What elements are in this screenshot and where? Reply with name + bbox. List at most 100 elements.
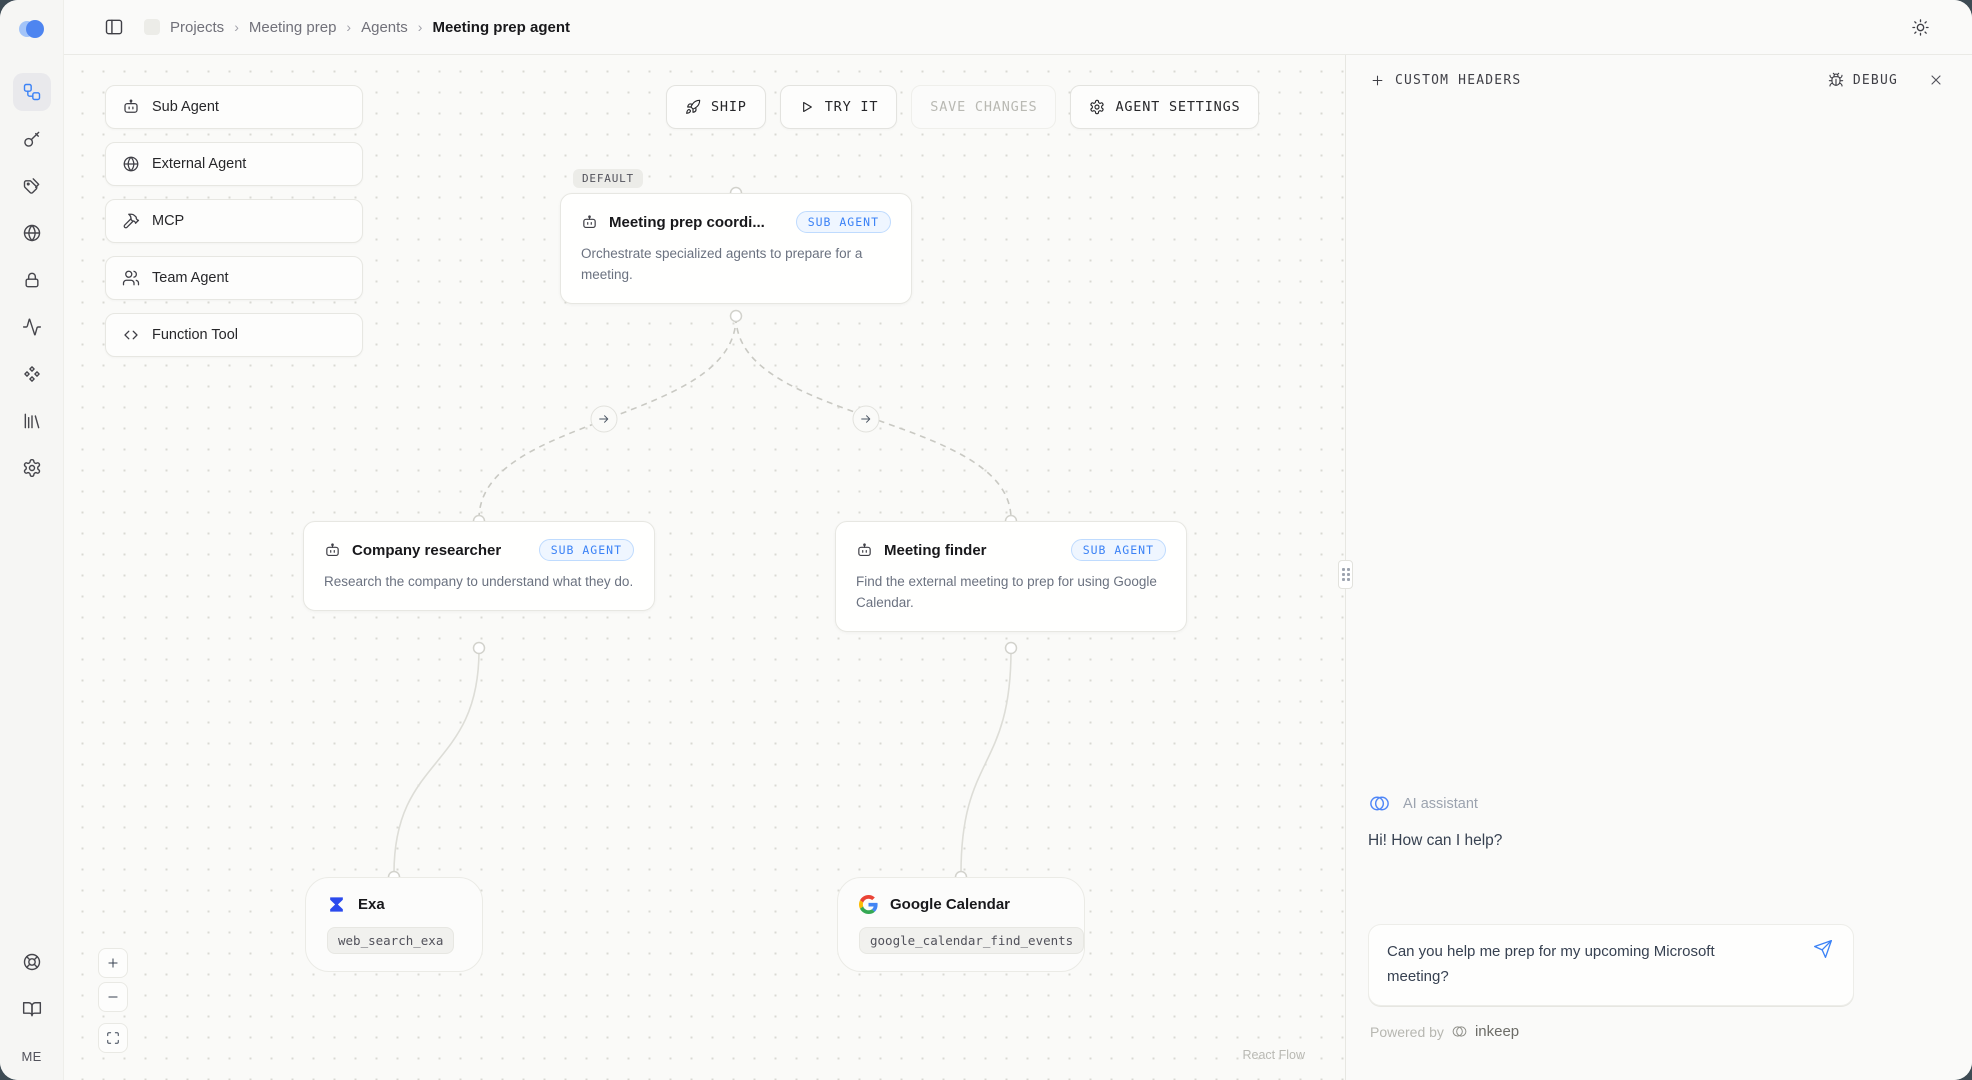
sidebar-item-settings[interactable] [13,449,51,487]
fit-view-button[interactable] [98,1023,128,1053]
components-icon [22,364,42,384]
sidebar-item-graphs[interactable] [13,73,51,111]
node-google-calendar-tool[interactable]: Google Calendar google_calendar_find_eve… [837,877,1085,972]
custom-headers-label: CUSTOM HEADERS [1395,73,1521,88]
sidebar-item-components[interactable] [13,355,51,393]
palette-item-external-agent[interactable]: External Agent [105,142,363,186]
rocket-icon [685,99,701,115]
try-it-label: TRY IT [825,99,879,115]
assistant-name: AI assistant [1403,796,1478,812]
close-icon [1928,72,1944,88]
assistant-header: AI assistant [1368,792,1972,815]
react-flow-attribution[interactable]: React Flow [1242,1048,1305,1062]
breadcrumb-project[interactable]: Meeting prep [249,19,337,36]
breadcrumb-projects[interactable]: Projects [170,19,224,36]
inkeep-logo [17,18,47,45]
send-button[interactable] [1813,939,1833,959]
icon-rail: ME [0,0,64,1080]
node-title: Meeting prep coordi... [609,214,765,231]
sub-agent-badge: SUB AGENT [539,539,634,561]
node-description: Orchestrate specialized agents to prepar… [581,244,891,286]
help-button[interactable] [13,943,51,981]
sidebar-item-library[interactable] [13,402,51,440]
sidebar-item-activity[interactable] [13,308,51,346]
inkeep-assistant-icon [1368,792,1391,815]
inkeep-logo-icon [1451,1023,1468,1040]
debug-panel: CUSTOM HEADERS DEBUG AI assistant [1345,55,1972,1080]
sidebar-item-tags[interactable] [13,167,51,205]
edge-arrow-marker [853,406,880,433]
panel-resize-handle[interactable] [1338,560,1353,589]
users-icon [122,269,140,287]
debug-label: DEBUG [1853,73,1898,88]
sidebar-item-credentials[interactable] [13,261,51,299]
ship-button[interactable]: SHIP [666,85,766,129]
palette-item-function-tool[interactable]: Function Tool [105,313,363,357]
panel-left-icon [104,17,124,37]
zoom-controls [98,948,128,1053]
bot-icon [324,542,341,559]
debug-button[interactable]: DEBUG [1828,72,1898,88]
globe-icon [22,223,42,243]
bug-icon [1828,72,1844,88]
palette-item-label: Sub Agent [152,99,219,115]
try-it-button[interactable]: TRY IT [780,85,898,129]
chat-input[interactable]: Can you help me prep for my upcoming Mic… [1387,940,1771,990]
hammer-icon [122,212,140,230]
ship-label: SHIP [711,99,747,115]
zoom-out-button[interactable] [98,982,128,1012]
sidebar-item-api-keys[interactable] [13,120,51,158]
google-logo-icon [859,895,878,914]
sidebar-item-external[interactable] [13,214,51,252]
breadcrumb-separator: › [234,19,239,35]
breadcrumb-agents[interactable]: Agents [361,19,408,36]
custom-headers-button[interactable]: CUSTOM HEADERS [1370,73,1521,88]
edge-arrow-marker [591,406,618,433]
plus-icon [1370,73,1385,88]
arrow-right-icon [860,413,873,426]
flow-canvas[interactable]: Sub Agent External Agent MCP Team Agent [64,55,1345,1080]
breadcrumb-current: Meeting prep agent [432,19,570,36]
powered-by-label: Powered by [1370,1024,1444,1040]
agent-settings-button[interactable]: AGENT SETTINGS [1070,85,1259,129]
node-palette: Sub Agent External Agent MCP Team Agent [105,85,363,357]
user-avatar[interactable]: ME [21,1049,41,1064]
node-meeting-prep-coordinator[interactable]: Meeting prep coordi... SUB AGENT Orchest… [560,193,912,304]
powered-by-footer[interactable]: Powered by inkeep [1370,1023,1972,1040]
tool-function-pill: web_search_exa [327,927,454,954]
close-panel-button[interactable] [1928,72,1944,88]
tags-icon [22,176,42,196]
palette-item-team-agent[interactable]: Team Agent [105,256,363,300]
bot-icon [856,542,873,559]
docs-button[interactable] [13,990,51,1028]
tool-function-pill: google_calendar_find_events [859,927,1084,954]
sidebar-toggle-button[interactable] [104,17,124,37]
node-meeting-finder[interactable]: Meeting finder SUB AGENT Find the extern… [835,521,1187,632]
default-agent-tag: DEFAULT [573,169,643,188]
palette-item-label: Function Tool [152,327,238,343]
send-icon [1813,939,1833,959]
theme-toggle-button[interactable] [1911,18,1930,37]
node-company-researcher[interactable]: Company researcher SUB AGENT Research th… [303,521,655,611]
node-description: Find the external meeting to prep for us… [856,572,1166,614]
palette-item-label: Team Agent [152,270,229,286]
palette-item-label: External Agent [152,156,246,172]
key-icon [22,129,42,149]
sun-icon [1911,18,1930,37]
breadcrumb-separator: › [346,19,351,35]
canvas-toolbar: SHIP TRY IT SAVE CHANGES AGENT SETTINGS [666,85,1259,129]
zoom-in-button[interactable] [98,948,128,978]
breadcrumb-separator: › [418,19,423,35]
workflow-icon [22,82,42,102]
globe-icon [122,155,140,173]
minus-icon [106,990,120,1004]
node-title: Company researcher [352,542,501,559]
palette-item-mcp[interactable]: MCP [105,199,363,243]
save-changes-button[interactable]: SAVE CHANGES [911,85,1056,129]
palette-item-sub-agent[interactable]: Sub Agent [105,85,363,129]
node-title: Meeting finder [884,542,987,559]
top-header: Projects › Meeting prep › Agents › Meeti… [64,0,1972,55]
chat-area: AI assistant Hi! How can I help? Can you… [1346,101,1972,1080]
maximize-icon [106,1031,120,1045]
node-exa-tool[interactable]: Exa web_search_exa [305,877,483,972]
